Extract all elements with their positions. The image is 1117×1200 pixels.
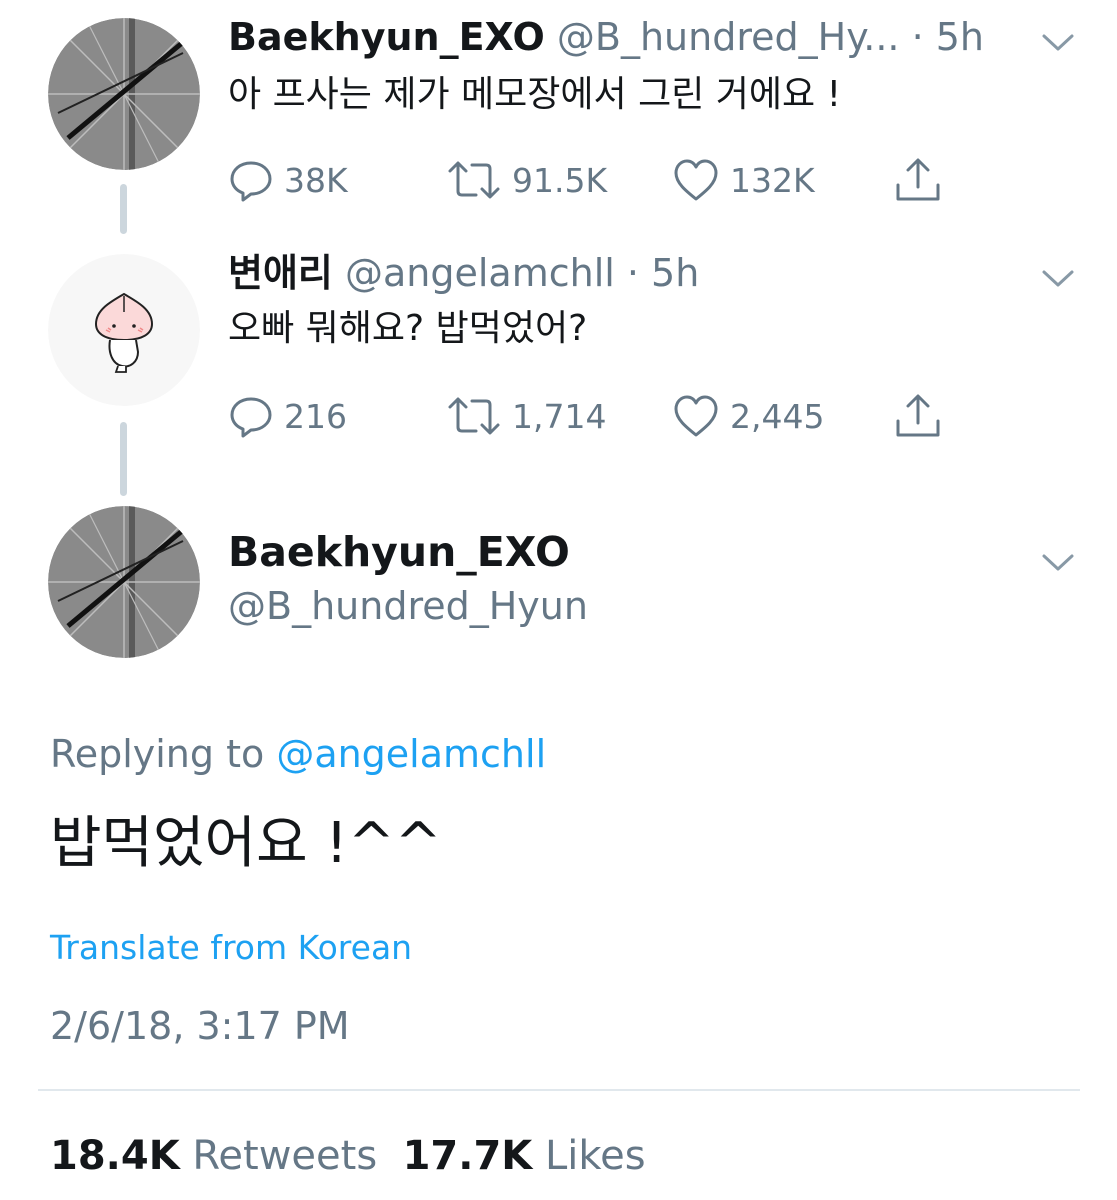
chevron-down-icon[interactable] (1040, 30, 1076, 54)
retweet-button[interactable]: 91.5K (446, 154, 607, 206)
retweet-count: 91.5K (512, 160, 608, 200)
reply-icon (230, 161, 272, 202)
retweets-stat[interactable]: 18.4K Retweets (50, 1133, 377, 1179)
thread-line (120, 422, 127, 496)
reply-icon (230, 397, 272, 438)
like-count: 132K (730, 160, 815, 200)
tweet2-handle[interactable]: @angelamchll (345, 251, 615, 295)
tweet2-time: · 5h (614, 251, 700, 295)
tweet2-display-name[interactable]: 변애리 (228, 251, 333, 295)
retweet-icon (448, 161, 500, 199)
heart-icon (674, 395, 718, 437)
retweet-icon (448, 397, 500, 435)
likes-stat[interactable]: 17.7K Likes (403, 1133, 646, 1179)
likes-count: 17.7K (402, 1133, 533, 1179)
avatar-baekhyun[interactable] (48, 18, 200, 170)
translate-link[interactable]: Translate from Korean (50, 925, 412, 971)
retweet-button[interactable]: 1,714 (446, 390, 606, 442)
tweet1-display-name[interactable]: Baekhyun_EXO (228, 15, 545, 59)
tweet1-text: 아 프사는 제가 메모장에서 그린 거에요 ! (228, 74, 842, 115)
main-tweet-text: 밥먹었어요 !^^ (50, 811, 442, 876)
heart-icon (674, 159, 718, 201)
retweets-label: Retweets (192, 1133, 378, 1179)
tweet2-header: 변애리 @angelamchll · 5h (228, 250, 699, 296)
reply-count: 38K (284, 160, 348, 200)
like-button[interactable]: 2,445 (672, 390, 824, 442)
tweet1-header: Baekhyun_EXO @B_hundred_Hy... · 5h (228, 14, 984, 60)
main-display-name[interactable]: Baekhyun_EXO (228, 526, 570, 578)
avatar-angelamchll[interactable] (48, 254, 200, 406)
main-handle[interactable]: @B_hundred_Hyun (228, 580, 588, 632)
reply-count: 216 (284, 396, 347, 436)
like-count: 2,445 (730, 396, 825, 436)
reply-button[interactable]: 38K (228, 154, 348, 206)
retweet-count: 1,714 (512, 396, 607, 436)
replying-to-link[interactable]: @angelamchll (276, 732, 546, 776)
tweet-timestamp: 2/6/18, 3:17 PM (50, 1004, 350, 1048)
avatar-baekhyun[interactable] (48, 506, 200, 658)
chevron-down-icon[interactable] (1040, 550, 1076, 574)
retweets-count: 18.4K (50, 1133, 180, 1179)
share-icon (896, 394, 940, 437)
tweet2-text: 오빠 뭐해요? 밥먹었어? (228, 308, 588, 349)
tweet1-time: · 5h (899, 15, 985, 59)
divider (38, 1089, 1080, 1091)
reply-button[interactable]: 216 (228, 390, 347, 442)
share-icon (896, 158, 940, 201)
likes-label: Likes (545, 1133, 646, 1179)
thread-line (120, 184, 127, 234)
share-button[interactable] (894, 154, 942, 206)
tweet1-handle[interactable]: @B_hundred_Hy... (557, 15, 900, 59)
tweet-stats: 18.4K Retweets 17.7K Likes (50, 1130, 646, 1182)
replying-prefix: Replying to (50, 732, 277, 776)
tweet2-actions: 216 1,714 2,445 (228, 390, 968, 442)
like-button[interactable]: 132K (672, 154, 815, 206)
share-button[interactable] (894, 390, 942, 442)
tweet1-actions: 38K 91.5K 132K (228, 154, 968, 206)
chevron-down-icon[interactable] (1040, 266, 1076, 290)
replying-to: Replying to @angelamchll (50, 728, 546, 780)
